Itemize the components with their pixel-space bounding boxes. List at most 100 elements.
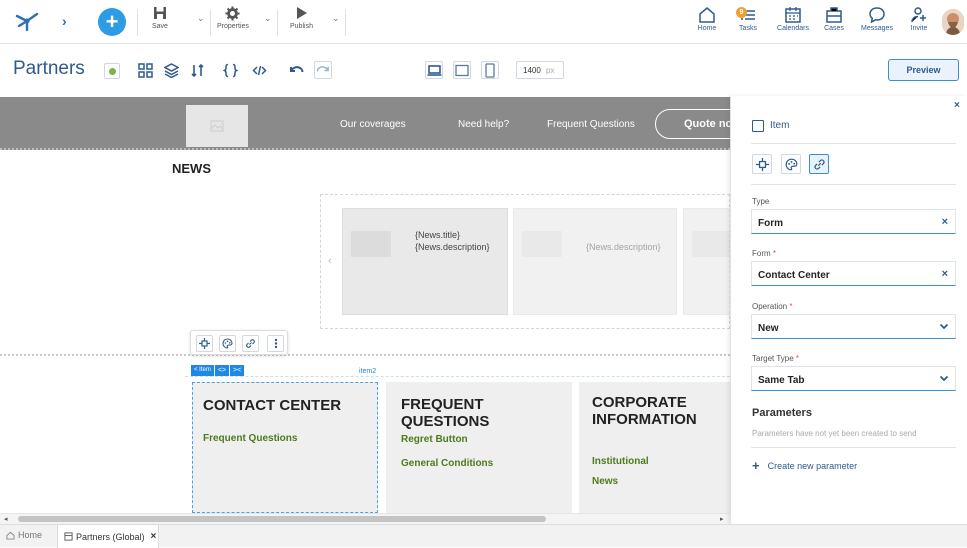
item-chip[interactable]: < Item: [191, 365, 214, 376]
column-link[interactable]: General Conditions: [401, 458, 493, 469]
width-value: 1400: [523, 66, 541, 75]
close-panel-icon[interactable]: ×: [954, 100, 960, 111]
chevron-down-icon[interactable]: ⌄: [332, 13, 340, 24]
quote-button[interactable]: Quote no: [655, 109, 730, 139]
nav-tasks[interactable]: Tasks: [726, 6, 770, 32]
save-button[interactable]: Save: [152, 6, 168, 30]
desktop-view-icon[interactable]: [425, 61, 443, 79]
add-button[interactable]: +: [98, 8, 126, 36]
play-icon: [297, 7, 308, 19]
nav-messages[interactable]: Messages: [855, 6, 899, 32]
home-tab[interactable]: Home: [6, 530, 42, 540]
scroll-right-icon[interactable]: ▸: [720, 515, 724, 523]
chevron-down-icon[interactable]: [939, 373, 949, 383]
nav-link-faq[interactable]: Frequent Questions: [547, 119, 635, 130]
column-link[interactable]: Institutional: [592, 456, 649, 467]
item-checkbox[interactable]: [752, 120, 764, 132]
footer-column-faq[interactable]: FREQUENT QUESTIONS Regret Button General…: [386, 382, 572, 513]
parameters-empty-text: Parameters have not yet been created to …: [752, 429, 917, 438]
column-link[interactable]: News: [592, 476, 618, 487]
horizontal-scrollbar[interactable]: ◂ ▸: [0, 513, 730, 524]
redo-icon[interactable]: [314, 61, 332, 79]
close-tab-icon[interactable]: ×: [151, 531, 157, 542]
panel-divider: [751, 184, 956, 185]
chevron-down-icon[interactable]: [939, 321, 949, 331]
data-sort-icon[interactable]: [188, 61, 206, 79]
components-icon[interactable]: [136, 61, 154, 79]
create-parameter-button[interactable]: + Create new parameter: [752, 458, 857, 473]
form-label-wrap: Form *: [752, 249, 776, 258]
chevron-down-icon[interactable]: ⌄: [264, 13, 272, 24]
nav-messages-label: Messages: [861, 25, 893, 32]
status-indicator[interactable]: [104, 63, 120, 79]
create-parameter-label: Create new parameter: [767, 460, 858, 471]
panel-divider: [751, 143, 956, 144]
code-chip-icon[interactable]: <>: [214, 365, 230, 376]
footer-column-contact[interactable]: CONTACT CENTER Frequent Questions: [192, 382, 378, 513]
item-guideline: [185, 376, 730, 377]
divider: [277, 10, 278, 36]
nav-link-coverages[interactable]: Our coverages: [340, 119, 406, 130]
footer-column-corporate[interactable]: CORPORATE INFORMATION Institutional News: [579, 382, 730, 513]
nav-cases-label: Cases: [824, 25, 844, 32]
publish-label: Publish: [290, 23, 313, 30]
nav-home[interactable]: Home: [685, 6, 729, 32]
position-tab-icon[interactable]: [752, 154, 772, 174]
form-value: Contact Center: [758, 270, 830, 281]
news-card[interactable]: {News.description}: [513, 208, 677, 315]
move-icon[interactable]: [196, 335, 213, 352]
operation-select[interactable]: New: [751, 314, 956, 339]
news-card[interactable]: [683, 208, 730, 315]
properties-button[interactable]: Properties: [217, 6, 249, 30]
briefcase-icon: [826, 7, 842, 23]
layers-icon[interactable]: [162, 61, 180, 79]
target-label-wrap: Target Type *: [752, 354, 799, 363]
nav-cases[interactable]: Cases: [812, 6, 856, 32]
app-logo-icon[interactable]: [14, 10, 40, 32]
section-divider: [0, 354, 730, 356]
nav-invite-label: Invite: [910, 25, 928, 32]
carousel-prev-icon[interactable]: ‹: [328, 255, 332, 267]
news-image-placeholder: [351, 231, 391, 257]
target-type-select[interactable]: Same Tab: [751, 366, 956, 391]
link-tab-icon[interactable]: [809, 154, 829, 174]
more-options-icon[interactable]: [267, 335, 284, 352]
nav-calendars[interactable]: Calendars: [771, 6, 815, 32]
site-logo-placeholder[interactable]: [186, 105, 248, 147]
column-link[interactable]: Frequent Questions: [203, 433, 297, 444]
palette-icon[interactable]: [219, 335, 236, 352]
required-marker: *: [772, 249, 777, 258]
braces-icon[interactable]: [221, 61, 239, 79]
calendar-icon: [785, 7, 801, 23]
nav-link-help[interactable]: Need help?: [458, 119, 509, 130]
undo-icon[interactable]: [287, 61, 305, 79]
scrollbar-thumb[interactable]: [18, 516, 546, 522]
active-tab[interactable]: Partners (Global) ×: [57, 525, 159, 548]
operation-value: New: [758, 323, 779, 334]
width-input[interactable]: 1400 px: [516, 61, 564, 79]
avatar[interactable]: [942, 9, 964, 35]
scroll-left-icon[interactable]: ◂: [4, 515, 8, 523]
type-field[interactable]: Form ×: [751, 209, 956, 234]
code-icon[interactable]: [250, 61, 268, 79]
column-link[interactable]: Regret Button: [401, 434, 468, 445]
nav-invite[interactable]: Invite: [897, 6, 941, 32]
form-field[interactable]: Contact Center ×: [751, 261, 956, 286]
home-icon: [699, 7, 715, 23]
style-tab-icon[interactable]: [781, 154, 801, 174]
mobile-view-icon[interactable]: [481, 61, 499, 79]
tablet-view-icon[interactable]: [453, 61, 471, 79]
clear-type-icon[interactable]: ×: [942, 216, 948, 228]
form-label: Form: [752, 249, 771, 258]
expand-chevron-icon[interactable]: ›: [62, 13, 67, 29]
collapse-chip-icon[interactable]: ><: [230, 365, 245, 376]
chevron-down-icon[interactable]: ⌄: [197, 13, 205, 24]
preview-button[interactable]: Preview: [888, 59, 959, 81]
clear-form-icon[interactable]: ×: [942, 268, 948, 280]
save-label: Save: [152, 23, 168, 30]
width-unit: px: [546, 66, 555, 75]
publish-button[interactable]: Publish: [290, 6, 313, 30]
link-icon[interactable]: [242, 335, 259, 352]
news-card[interactable]: {News.title} {News.description}: [342, 208, 508, 315]
news-description: {News.description}: [586, 242, 661, 252]
